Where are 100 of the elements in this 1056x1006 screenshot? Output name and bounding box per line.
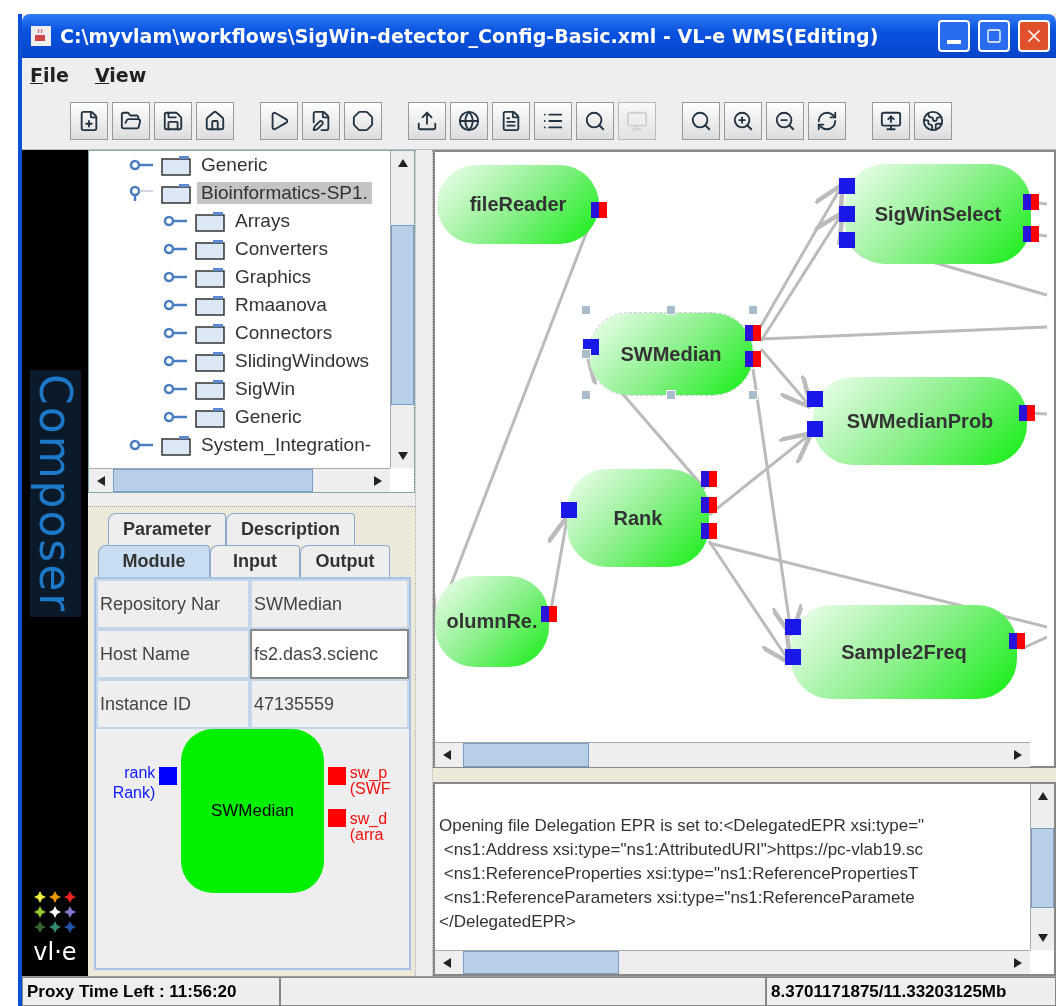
horizontal-scrollbar[interactable] bbox=[435, 742, 1030, 767]
input-port bbox=[807, 391, 823, 407]
workflow-node[interactable]: olumnRe. bbox=[435, 576, 549, 667]
tab[interactable]: Parameter bbox=[108, 513, 227, 545]
tab[interactable]: Description bbox=[226, 513, 356, 545]
selection-handle[interactable] bbox=[581, 305, 591, 315]
arrow-icon bbox=[1013, 958, 1023, 968]
menu-item[interactable]: File bbox=[30, 64, 69, 86]
toolbar-button[interactable] bbox=[154, 101, 192, 140]
output-port bbox=[1023, 226, 1039, 242]
vertical-scrollbar[interactable] bbox=[1030, 784, 1054, 950]
workflow-node[interactable]: fileReader bbox=[437, 165, 599, 244]
output-port bbox=[1019, 405, 1035, 421]
menu-item[interactable]: View bbox=[94, 64, 147, 86]
folder-icon bbox=[195, 238, 225, 260]
collapsed-handle-icon[interactable] bbox=[163, 325, 189, 341]
proxy-time-status: Proxy Time Left : 11:56:20 bbox=[22, 977, 280, 1006]
tree-item[interactable]: System_Integration- bbox=[197, 434, 376, 456]
vertical-scrollbar[interactable] bbox=[390, 151, 414, 468]
toolbar-button[interactable] bbox=[534, 101, 572, 140]
toolbar-button[interactable] bbox=[914, 101, 952, 140]
selection-handle[interactable] bbox=[666, 305, 676, 315]
collapsed-handle-icon[interactable] bbox=[163, 269, 189, 285]
toolbar-button[interactable] bbox=[344, 101, 382, 140]
selection-handle[interactable] bbox=[666, 390, 676, 400]
arrow-icon bbox=[442, 750, 452, 760]
toolbar-button[interactable] bbox=[450, 101, 488, 140]
tree-item[interactable]: Bioinformatics-SP1. bbox=[197, 182, 372, 204]
toolbar-button[interactable] bbox=[576, 101, 614, 140]
tree-item[interactable]: Arrays bbox=[231, 210, 294, 232]
log-line: </DelegatedEPR> bbox=[439, 911, 578, 933]
tab[interactable]: Output bbox=[300, 545, 390, 577]
output-port bbox=[1023, 194, 1039, 210]
toolbar-button[interactable] bbox=[724, 101, 762, 140]
folder-icon bbox=[195, 378, 225, 400]
collapsed-handle-icon[interactable] bbox=[163, 241, 189, 257]
folder-icon bbox=[161, 434, 191, 456]
toolbar-button[interactable] bbox=[682, 101, 720, 140]
earth-icon bbox=[922, 109, 944, 132]
workflow-node[interactable]: Rank bbox=[567, 469, 709, 567]
collapsed-handle-icon[interactable] bbox=[163, 297, 189, 313]
expanded-handle-icon[interactable] bbox=[129, 185, 155, 201]
toolbar-button[interactable] bbox=[408, 101, 446, 140]
splitter-bar[interactable] bbox=[88, 493, 415, 507]
folder-icon bbox=[195, 406, 225, 428]
maximize-button[interactable] bbox=[978, 20, 1010, 52]
toolbar-button[interactable] bbox=[302, 101, 340, 140]
collapsed-handle-icon[interactable] bbox=[163, 213, 189, 229]
tree-item[interactable]: Converters bbox=[231, 238, 332, 260]
collapsed-handle-icon[interactable] bbox=[163, 381, 189, 397]
output-port bbox=[327, 809, 346, 827]
input-field[interactable]: fs2.das3.scienc bbox=[250, 629, 409, 679]
selection-handle[interactable] bbox=[581, 390, 591, 400]
output-port bbox=[745, 351, 761, 367]
collapsed-handle-icon[interactable] bbox=[163, 409, 189, 425]
minimize-button[interactable] bbox=[938, 20, 970, 52]
tree-item[interactable]: Generic bbox=[197, 154, 272, 176]
collapsed-handle-icon[interactable] bbox=[129, 157, 155, 173]
folder-icon bbox=[195, 266, 225, 288]
save-icon bbox=[162, 109, 184, 132]
selection-handle[interactable] bbox=[748, 390, 758, 400]
toolbar-button[interactable] bbox=[808, 101, 846, 140]
output-port bbox=[541, 606, 557, 622]
minimize-icon bbox=[947, 40, 961, 44]
collapsed-handle-icon[interactable] bbox=[163, 353, 189, 369]
toolbar-button[interactable] bbox=[112, 101, 150, 140]
close-button[interactable] bbox=[1018, 20, 1050, 52]
tree-item[interactable]: Connectors bbox=[231, 322, 337, 344]
port-name: sw_d bbox=[349, 811, 388, 827]
tree-item[interactable]: Generic bbox=[231, 406, 306, 428]
horizontal-scrollbar[interactable] bbox=[89, 468, 390, 492]
folder-icon bbox=[195, 350, 225, 372]
selection-handle[interactable] bbox=[748, 305, 758, 315]
workflow-node[interactable]: SWMedianProb bbox=[813, 377, 1027, 465]
refresh-icon bbox=[816, 109, 838, 132]
monitor-icon bbox=[626, 109, 648, 132]
tab[interactable]: Module bbox=[98, 545, 210, 577]
workflow-node[interactable]: Sample2Freq bbox=[791, 605, 1017, 699]
port-name: sw_p bbox=[349, 765, 388, 781]
output-port bbox=[701, 471, 717, 487]
collapsed-handle-icon[interactable] bbox=[129, 437, 155, 453]
output-port bbox=[591, 202, 607, 218]
tab[interactable]: Input bbox=[210, 545, 300, 577]
tree-item[interactable]: SigWin bbox=[231, 378, 300, 400]
search-icon bbox=[584, 109, 606, 132]
toolbar-button[interactable] bbox=[766, 101, 804, 140]
selection-handle[interactable] bbox=[581, 349, 591, 359]
workflow-node[interactable]: SWMedian bbox=[589, 313, 753, 395]
tree-item[interactable]: Graphics bbox=[231, 266, 316, 288]
toolbar-button[interactable] bbox=[492, 101, 530, 140]
horizontal-scrollbar[interactable] bbox=[435, 950, 1030, 974]
folder-icon bbox=[161, 182, 191, 204]
sidebar-title: Composer bbox=[29, 370, 81, 618]
toolbar-button[interactable] bbox=[196, 101, 234, 140]
tree-item[interactable]: Rmaanova bbox=[231, 294, 331, 316]
toolbar-button[interactable] bbox=[260, 101, 298, 140]
tree-item[interactable]: SlidingWindows bbox=[231, 350, 374, 372]
workflow-node[interactable]: SigWinSelect bbox=[845, 164, 1031, 264]
toolbar-button[interactable] bbox=[70, 101, 108, 140]
toolbar-button[interactable] bbox=[872, 101, 910, 140]
